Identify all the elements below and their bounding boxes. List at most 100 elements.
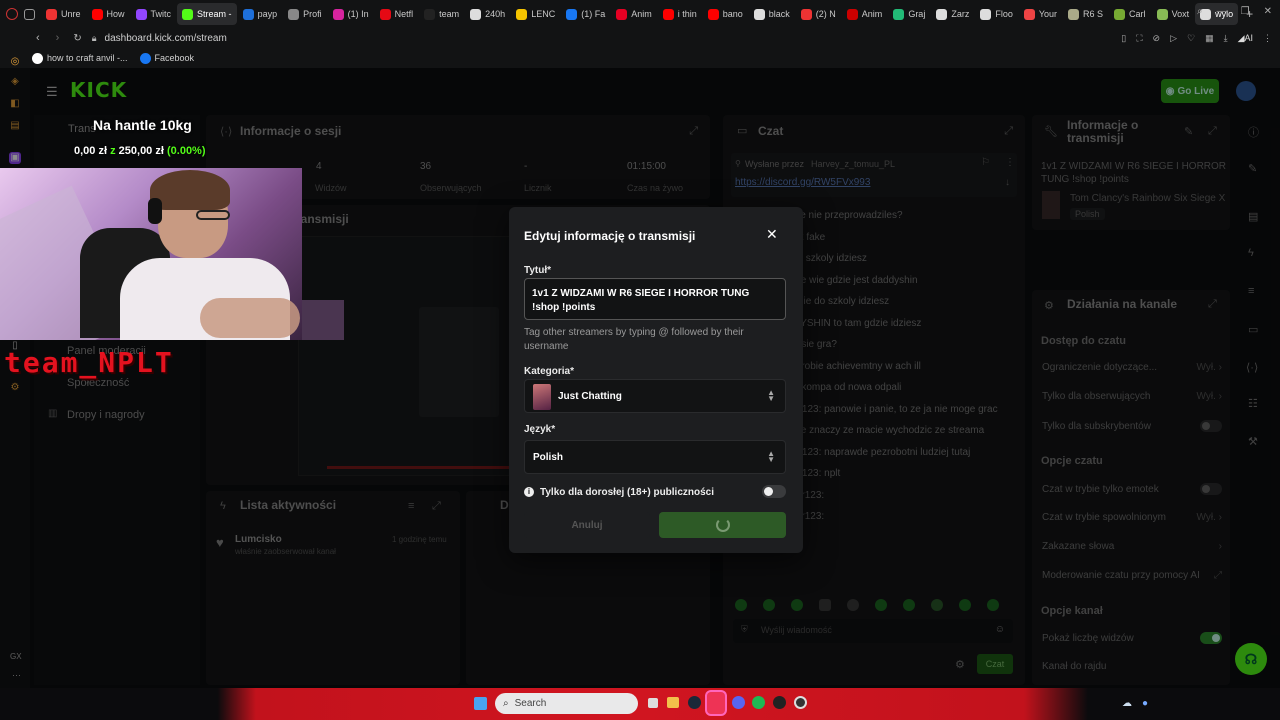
category-select[interactable]: Just Chatting ▲ ▼: [524, 379, 786, 413]
tray-network-icon[interactable]: ☁: [1122, 698, 1132, 709]
browser-tab[interactable]: (2) N: [796, 3, 841, 25]
goal-title: Na hantle 10kg: [93, 117, 192, 133]
download-icon[interactable]: ⤓: [1224, 33, 1228, 44]
browser-tab[interactable]: bano: [703, 3, 748, 25]
browser-tab[interactable]: team: [419, 3, 464, 25]
ai-icon[interactable]: ◢AI: [1238, 33, 1253, 44]
task-view-icon[interactable]: [648, 698, 658, 708]
taskbar-search[interactable]: ⌕ Search: [495, 693, 638, 714]
messenger-icon[interactable]: ◎: [9, 56, 21, 68]
tab-label: Netfl: [394, 9, 414, 19]
browser-tab[interactable]: 240h: [465, 3, 510, 25]
browser-tab[interactable]: Stream -: [177, 3, 237, 25]
workspaces-icon[interactable]: [24, 8, 35, 20]
extensions-icon[interactable]: ▦: [1205, 33, 1214, 44]
back-icon[interactable]: ‹: [36, 32, 40, 44]
play-icon[interactable]: ▷: [1170, 33, 1177, 44]
search-tabs-icon[interactable]: ⌕: [1197, 6, 1203, 17]
tab-label: black: [768, 9, 790, 19]
browser-tab[interactable]: i thin: [658, 3, 702, 25]
adult-only-toggle[interactable]: [762, 485, 786, 498]
browser-tab[interactable]: Twitc: [131, 3, 177, 25]
opera-gx-icon[interactable]: [707, 692, 725, 714]
title-input[interactable]: 1v1 Z WIDZAMI W R6 SIEGE I HORROR TUNG !…: [524, 278, 786, 320]
tab-favicon-icon: [753, 8, 765, 20]
bookmark-facebook[interactable]: Facebook: [139, 52, 194, 64]
menu-icon[interactable]: ⋮: [1263, 33, 1272, 44]
tab-favicon-icon: [91, 8, 103, 20]
browser-tab[interactable]: Anim: [611, 3, 657, 25]
tab-favicon-icon: [288, 8, 300, 20]
browser-tab[interactable]: payp: [238, 3, 283, 25]
title-input-value: 1v1 Z WIDZAMI W R6 SIEGE I HORROR TUNG !…: [532, 288, 750, 313]
tray-mic-icon[interactable]: ●: [1142, 698, 1148, 709]
browser-tab[interactable]: Unre: [41, 3, 86, 25]
browser-tab[interactable]: How: [87, 3, 130, 25]
browser-tab[interactable]: Carl: [1109, 3, 1151, 25]
headphones-icon: [148, 198, 162, 224]
cancel-button[interactable]: Anuluj: [524, 512, 650, 538]
tab-label: bano: [722, 9, 743, 19]
close-window-icon[interactable]: ✕: [1264, 6, 1272, 17]
tab-label: team: [439, 9, 460, 19]
browser-tab[interactable]: Zarz: [931, 3, 974, 25]
category-chevron-icon: ▲ ▼: [767, 388, 775, 403]
category-label: Kategoria*: [524, 366, 575, 377]
tab-favicon-icon: [1114, 8, 1126, 20]
tab-favicon-icon: [616, 8, 628, 20]
forward-icon[interactable]: ›: [56, 32, 60, 44]
close-icon[interactable]: ✕: [766, 226, 778, 243]
language-select[interactable]: Polish ▲ ▼: [524, 440, 786, 474]
browser-tab[interactable]: Voxt: [1152, 3, 1195, 25]
file-explorer-icon[interactable]: [667, 697, 679, 708]
browser-tab[interactable]: Floo: [975, 3, 1018, 25]
category-value: Just Chatting: [558, 391, 622, 402]
steam-icon[interactable]: [688, 696, 701, 709]
browser-tab[interactable]: Netfl: [375, 3, 419, 25]
webcam-extension: [302, 300, 344, 340]
tab-label: Zarz: [951, 9, 970, 19]
tab-label: Your: [1038, 9, 1058, 19]
bookmark-icon[interactable]: ▯: [1121, 33, 1126, 44]
tab-favicon-icon: [800, 8, 812, 20]
tab-favicon-icon: [936, 8, 948, 20]
browser-tab[interactable]: R6 S: [1063, 3, 1108, 25]
browser-tab[interactable]: Graj: [888, 3, 930, 25]
tab-favicon-icon: [893, 8, 905, 20]
start-icon[interactable]: [474, 697, 487, 710]
browser-tab[interactable]: LENC: [511, 3, 560, 25]
restore-icon[interactable]: ❐: [1241, 6, 1250, 17]
browser-tab[interactable]: black: [749, 3, 795, 25]
title-label: Tytuł*: [524, 265, 552, 276]
save-button[interactable]: [659, 512, 786, 538]
language-value: Polish: [533, 452, 564, 463]
tab-label: Twitc: [150, 9, 172, 19]
opera-logo-icon[interactable]: [6, 8, 18, 20]
heart-icon[interactable]: ♡: [1187, 33, 1195, 44]
tab-label: payp: [257, 9, 278, 19]
tab-favicon-icon: [424, 8, 436, 20]
browser-tab[interactable]: (1) Fa: [561, 3, 610, 25]
tab-label: Stream -: [197, 9, 232, 19]
tab-label: Carl: [1129, 9, 1146, 19]
browser-tab[interactable]: Anim: [842, 3, 888, 25]
tab-label: Profi: [303, 9, 322, 19]
discord-icon[interactable]: [732, 696, 745, 709]
screenshot-icon[interactable]: ⛶: [1136, 33, 1142, 44]
tab-label: How: [106, 9, 125, 19]
spotify-icon[interactable]: [752, 696, 765, 709]
bookmark-anvil[interactable]: how to craft anvil -...: [32, 52, 128, 64]
tab-label: (1) In: [347, 9, 369, 19]
adblock-icon[interactable]: ⊘: [1153, 33, 1161, 44]
reload-icon[interactable]: ↻: [73, 33, 81, 44]
app-icon[interactable]: [773, 696, 786, 709]
tab-label: i thin: [677, 9, 697, 19]
tab-label: Anim: [861, 9, 883, 19]
url-text[interactable]: dashboard.kick.com/stream: [105, 33, 227, 44]
browser-tab[interactable]: (1) In: [328, 3, 374, 25]
browser-tab[interactable]: Profi: [283, 3, 327, 25]
minimize-icon[interactable]: —: [1217, 6, 1227, 17]
obs-icon[interactable]: [794, 696, 807, 709]
browser-tab[interactable]: Your: [1019, 3, 1062, 25]
tab-favicon-icon: [242, 8, 254, 20]
